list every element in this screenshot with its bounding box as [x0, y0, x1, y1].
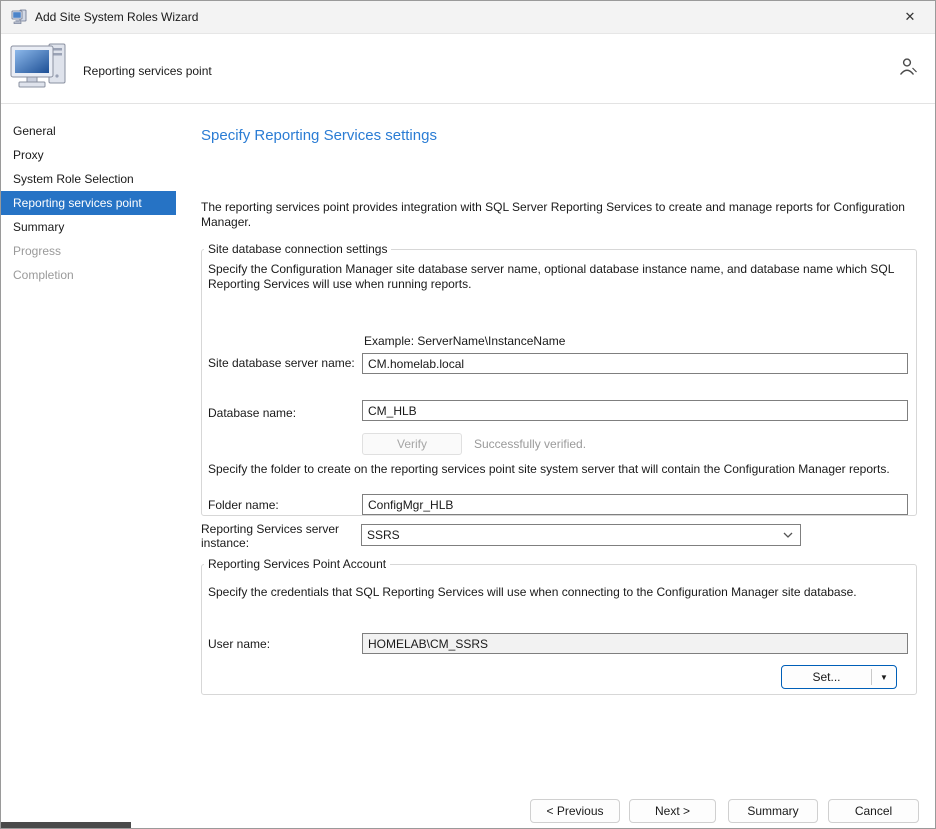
title-bar: Add Site System Roles Wizard ✕ — [1, 1, 935, 34]
username-input[interactable] — [362, 633, 908, 654]
instance-label: Reporting Services server instance: — [201, 522, 351, 550]
sidebar-item-proxy[interactable]: Proxy — [1, 143, 176, 167]
intro-text: The reporting services point provides in… — [201, 200, 919, 230]
account-group-legend: Reporting Services Point Account — [204, 557, 390, 571]
database-name-label: Database name: — [208, 406, 358, 420]
server-name-input[interactable] — [362, 353, 908, 374]
window-title: Add Site System Roles Wizard — [35, 10, 198, 24]
wizard-window: Add Site System Roles Wizard ✕ — [0, 0, 936, 829]
wizard-header: Reporting services point — [1, 34, 935, 104]
db-group-legend: Site database connection settings — [204, 242, 391, 256]
close-icon[interactable]: ✕ — [895, 3, 925, 31]
database-name-input[interactable] — [362, 400, 908, 421]
header-title: Reporting services point — [83, 64, 212, 78]
set-account-button[interactable]: Set... ▼ — [781, 665, 897, 689]
folder-note: Specify the folder to create on the repo… — [208, 462, 910, 476]
reporting-instance-select[interactable]: SSRS — [361, 524, 801, 546]
sidebar-item-system-role-selection[interactable]: System Role Selection — [1, 167, 176, 191]
db-connection-group: Site database connection settings Specif… — [201, 242, 917, 516]
reporting-instance-value: SSRS — [367, 528, 400, 542]
computer-icon — [9, 40, 71, 101]
next-button[interactable]: Next > — [629, 799, 716, 823]
chevron-down-icon — [783, 532, 793, 538]
folder-name-input[interactable] — [362, 494, 908, 515]
sidebar-item-general[interactable]: General — [1, 119, 176, 143]
sidebar-item-completion: Completion — [1, 263, 176, 287]
wizard-icon — [11, 9, 27, 25]
db-group-description: Specify the Configuration Manager site d… — [208, 262, 910, 292]
sidebar-item-reporting-services-point[interactable]: Reporting services point — [1, 191, 176, 215]
summary-button[interactable]: Summary — [728, 799, 818, 823]
account-group-description: Specify the credentials that SQL Reporti… — [208, 585, 910, 600]
account-group: Reporting Services Point Account Specify… — [201, 557, 917, 695]
sidebar-item-progress: Progress — [1, 239, 176, 263]
set-button-dropdown-arrow[interactable]: ▼ — [872, 673, 896, 682]
example-label: Example: ServerName\InstanceName — [364, 334, 565, 348]
cancel-button[interactable]: Cancel — [828, 799, 919, 823]
previous-button[interactable]: < Previous — [530, 799, 620, 823]
sidebar: General Proxy System Role Selection Repo… — [1, 105, 176, 828]
background-window-edge — [1, 822, 131, 828]
verify-status-text: Successfully verified. — [474, 437, 586, 451]
username-label: User name: — [208, 637, 358, 651]
role-person-icon — [897, 56, 919, 81]
page-title: Specify Reporting Services settings — [201, 127, 437, 144]
verify-button: Verify — [362, 433, 462, 455]
set-button-label: Set... — [782, 670, 871, 684]
server-name-label: Site database server name: — [208, 356, 358, 370]
folder-name-label: Folder name: — [208, 498, 358, 512]
sidebar-item-summary[interactable]: Summary — [1, 215, 176, 239]
